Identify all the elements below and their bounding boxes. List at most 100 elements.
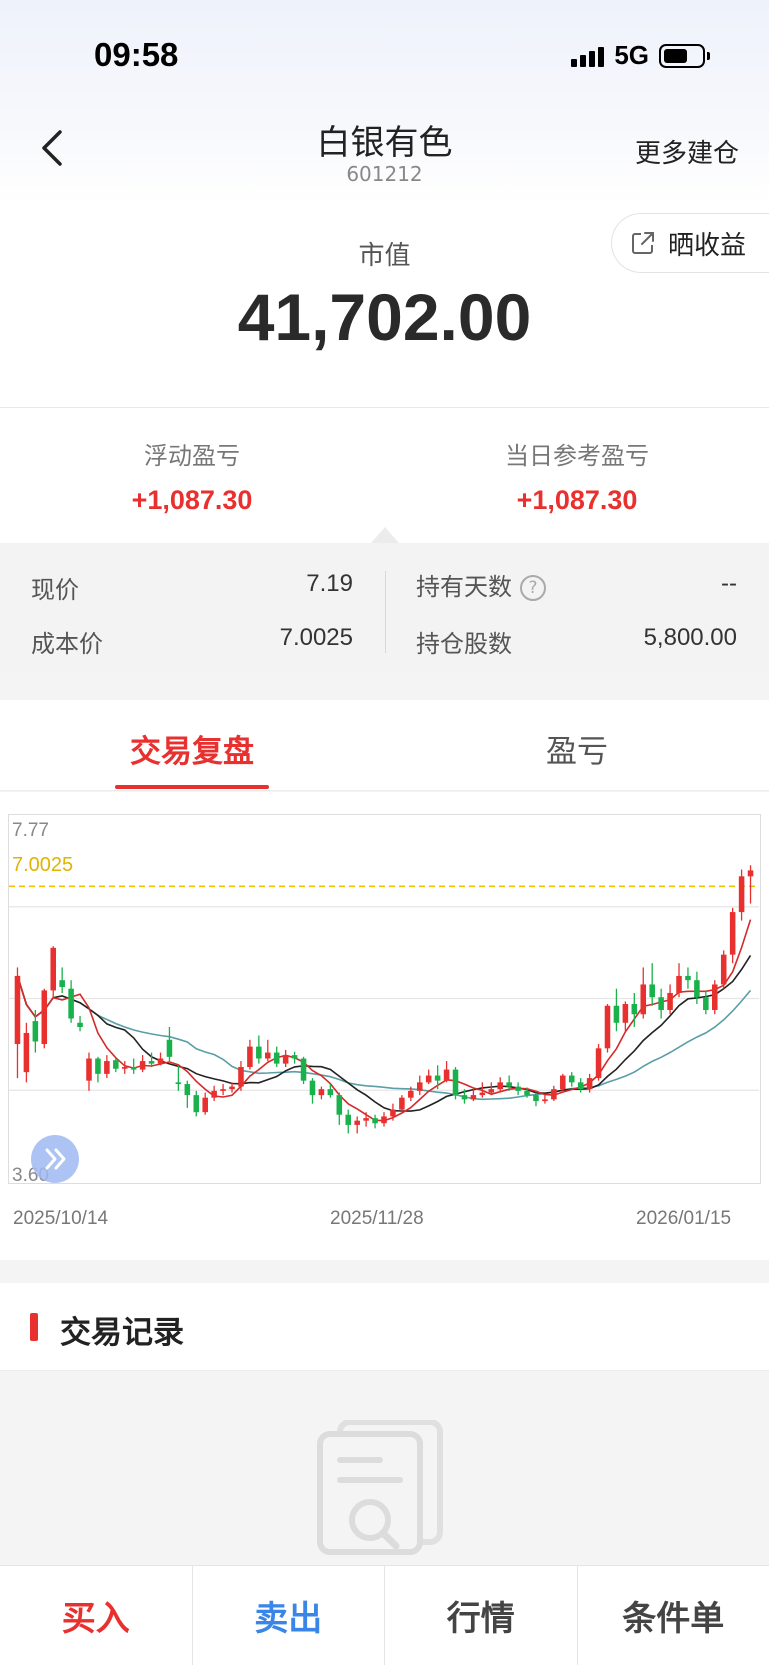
- candle-body: [14, 975, 21, 1045]
- candle-body: [381, 1116, 387, 1124]
- candle-body: [443, 1069, 450, 1081]
- conditional-order-button[interactable]: 条件单: [578, 1566, 769, 1665]
- candle-body: [542, 1099, 548, 1102]
- signal-icon: [571, 45, 605, 67]
- current-price-value: 7.19: [306, 570, 353, 597]
- bottom-action-bar: 买入 卖出 行情 条件单: [0, 1565, 769, 1665]
- x-tick-mid: 2025/11/28: [330, 1208, 424, 1229]
- candle-body: [95, 1058, 101, 1074]
- expand-icon[interactable]: [30, 1134, 80, 1184]
- candle-body: [729, 912, 736, 955]
- candle-body: [533, 1095, 539, 1102]
- candle-body: [551, 1089, 557, 1100]
- market-value-section: 晒收益 市值 41,702.00: [0, 205, 769, 407]
- candle-body: [256, 1046, 262, 1059]
- holding-days-label: 持有天数: [416, 573, 512, 601]
- active-tab-indicator: [115, 785, 269, 789]
- floating-pnl-label: 浮动盈亏: [144, 442, 240, 470]
- candle-body: [41, 990, 48, 1045]
- candle-body: [175, 1082, 182, 1085]
- candle-body: [211, 1090, 217, 1098]
- candle-body: [524, 1090, 530, 1096]
- candle-body: [50, 947, 57, 991]
- trade-records-header: 交易记录: [0, 1283, 769, 1371]
- candle-body: [291, 1055, 298, 1059]
- candle-body: [130, 1067, 137, 1070]
- candle-body: [345, 1114, 352, 1125]
- candle-body: [685, 975, 691, 981]
- tab-trade-review[interactable]: 交易复盘: [0, 726, 384, 771]
- kline-svg: [9, 865, 759, 1134]
- candle-body: [622, 1004, 629, 1023]
- daily-pnl: 当日参考盈亏 +1,087.30: [385, 436, 769, 516]
- candle-body: [479, 1092, 486, 1096]
- candle-body: [703, 997, 709, 1010]
- help-icon[interactable]: ?: [520, 575, 546, 601]
- candle-body: [390, 1109, 396, 1117]
- status-indicators: 5G: [571, 40, 710, 71]
- candle-body: [604, 1005, 611, 1049]
- section-marker: [30, 1313, 38, 1341]
- candle-body: [193, 1095, 200, 1113]
- candle-body: [640, 984, 647, 1015]
- tab-bar: 交易复盘 盈亏: [0, 700, 769, 791]
- candle-body: [282, 1055, 289, 1064]
- position-details: 现价 7.19 成本价 7.0025 持有天数? -- 持仓股数 5,800.0…: [0, 543, 769, 679]
- candle-body: [265, 1052, 271, 1059]
- candle-body: [139, 1061, 146, 1070]
- x-tick-start: 2025/10/14: [13, 1208, 109, 1229]
- candle-body: [694, 980, 700, 998]
- y-max-label: 7.77: [12, 820, 49, 841]
- candle-body: [32, 1021, 39, 1042]
- candle-body: [77, 1022, 83, 1028]
- candle-body: [327, 1089, 334, 1096]
- header-area: 09:58 5G 白银有色 601212 更多建仓: [0, 0, 769, 205]
- candle-body: [238, 1067, 244, 1087]
- candle-body: [363, 1118, 369, 1121]
- daily-pnl-value: +1,087.30: [516, 485, 638, 515]
- more-build-position-button[interactable]: 更多建仓: [635, 133, 739, 170]
- candle-body: [309, 1080, 316, 1096]
- candle-body: [667, 992, 673, 1010]
- candle-body: [113, 1060, 119, 1069]
- empty-document-icon: [317, 1420, 443, 1555]
- candle-body: [68, 988, 74, 1019]
- candle-body: [658, 997, 664, 1010]
- floating-pnl-value: +1,087.30: [131, 485, 253, 515]
- candle-body: [720, 954, 727, 985]
- market-value-label: 市值: [358, 241, 411, 271]
- candle-body: [586, 1078, 593, 1090]
- candle-body: [336, 1095, 343, 1115]
- candle-body: [747, 870, 754, 877]
- candle-body: [631, 1004, 638, 1015]
- candle-body: [595, 1048, 602, 1079]
- tab-profit-loss[interactable]: 盈亏: [385, 726, 769, 771]
- candle-body: [425, 1075, 432, 1083]
- candle-body: [372, 1118, 378, 1124]
- candle-body: [399, 1097, 405, 1110]
- kline-chart[interactable]: [8, 814, 761, 1184]
- shares-label: 持仓股数: [416, 630, 512, 658]
- candle-body: [416, 1082, 423, 1091]
- candle-body: [23, 1032, 30, 1073]
- candle-body: [470, 1095, 477, 1100]
- candle-body: [452, 1069, 459, 1096]
- candle-body: [613, 1005, 620, 1023]
- floating-pnl: 浮动盈亏 +1,087.30: [0, 436, 384, 516]
- candle-body: [157, 1058, 164, 1064]
- status-time: 09:58: [94, 36, 179, 73]
- candle-body: [220, 1089, 226, 1091]
- sell-button[interactable]: 卖出: [193, 1566, 385, 1665]
- quote-button[interactable]: 行情: [385, 1566, 578, 1665]
- candle-body: [568, 1075, 575, 1083]
- buy-button[interactable]: 买入: [0, 1566, 193, 1665]
- chart-section: 7.77 7.0025 3.60 2025/10/14 2025/11/28 2…: [0, 792, 769, 1260]
- candle-body: [184, 1084, 191, 1096]
- candle-body: [488, 1089, 495, 1093]
- candle-body: [121, 1067, 128, 1069]
- shares-value: 5,800.00: [643, 624, 737, 651]
- candle-body: [649, 984, 655, 998]
- candle-body: [166, 1039, 173, 1057]
- cost-line-label: 7.0025: [12, 854, 74, 876]
- battery-icon: [659, 43, 710, 68]
